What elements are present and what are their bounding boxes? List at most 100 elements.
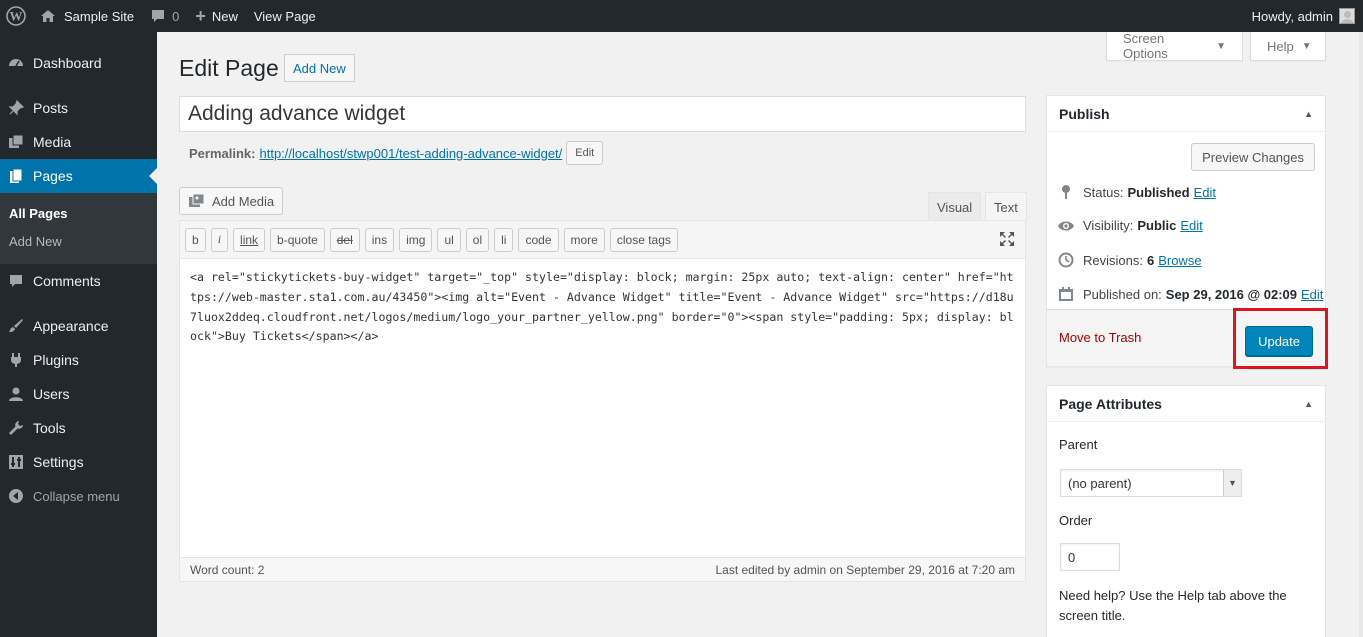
- menu-label: Tools: [33, 420, 66, 436]
- text-editor: b i link b-quote del ins img ul ol li co…: [179, 220, 1026, 582]
- published-on-row: Published on: Sep 29, 2016 @ 02:09 Edit: [1057, 286, 1323, 302]
- revisions-row: Revisions: 6 Browse: [1057, 252, 1202, 268]
- menu-item-plugins[interactable]: Plugins: [0, 343, 157, 377]
- order-input[interactable]: 0: [1060, 543, 1120, 571]
- user-icon: [7, 385, 25, 403]
- site-name-link[interactable]: Sample Site: [32, 0, 142, 32]
- admin-bar: W Sample Site 0 + New View Page Howdy, a…: [0, 0, 1363, 32]
- pages-submenu: All Pages Add New: [0, 193, 157, 264]
- qt-ul-button[interactable]: ul: [437, 227, 461, 252]
- add-media-button[interactable]: Add Media: [179, 187, 284, 215]
- menu-item-pages[interactable]: Pages: [0, 159, 157, 193]
- quicktags-toolbar: b i link b-quote del ins img ul ol li co…: [180, 221, 1025, 259]
- qt-ins-button[interactable]: ins: [364, 227, 395, 252]
- screen-options-button[interactable]: Screen Options ▼: [1106, 31, 1243, 61]
- menu-label: Settings: [33, 454, 84, 470]
- settings-icon: [7, 453, 25, 471]
- menu-label: Pages: [33, 168, 73, 184]
- collapse-arrow-icon[interactable]: ▲: [1304, 109, 1313, 119]
- collapse-menu-button[interactable]: Collapse menu: [0, 479, 157, 513]
- parent-select-value: (no parent): [1068, 475, 1132, 491]
- preview-changes-button[interactable]: Preview Changes: [1191, 143, 1315, 171]
- history-icon: [1057, 252, 1075, 268]
- menu-item-posts[interactable]: Posts: [0, 91, 157, 125]
- content-textarea[interactable]: <a rel="stickytickets-buy-widget" target…: [180, 259, 1025, 557]
- status-row: Status: Published Edit: [1057, 184, 1216, 200]
- eye-icon: [1057, 220, 1075, 232]
- main-content: Screen Options ▼ Help ▼ Edit Page Add Ne…: [157, 31, 1363, 637]
- edit-slug-button[interactable]: Edit: [566, 141, 604, 165]
- tab-text[interactable]: Text: [985, 192, 1027, 221]
- page-scrollbar[interactable]: [1359, 32, 1363, 637]
- menu-item-settings[interactable]: Settings: [0, 445, 157, 479]
- qt-code-button[interactable]: code: [518, 227, 559, 252]
- qt-more-button[interactable]: more: [563, 227, 605, 252]
- permalink-link[interactable]: http://localhost/stwp001/test-adding-adv…: [259, 146, 562, 161]
- add-new-page-button[interactable]: Add New: [284, 54, 355, 82]
- wordpress-logo-icon[interactable]: W: [0, 0, 32, 32]
- menu-label: Media: [33, 134, 72, 150]
- home-icon: [41, 10, 55, 22]
- edit-visibility-link[interactable]: Edit: [1180, 218, 1202, 233]
- collapse-arrow-icon[interactable]: ▲: [1304, 399, 1313, 409]
- revisions-label: Revisions:: [1083, 252, 1143, 268]
- menu-item-tools[interactable]: Tools: [0, 411, 157, 445]
- parent-select[interactable]: (no parent) ▼: [1060, 469, 1242, 497]
- qt-link-button[interactable]: link: [233, 227, 266, 252]
- site-name: Sample Site: [64, 8, 135, 24]
- permalink-label: Permalink:: [189, 145, 256, 161]
- edit-date-link[interactable]: Edit: [1301, 287, 1323, 302]
- collapse-label: Collapse menu: [33, 488, 120, 504]
- move-to-trash-link[interactable]: Move to Trash: [1059, 330, 1141, 345]
- menu-item-dashboard[interactable]: Dashboard: [0, 46, 157, 80]
- collapse-icon: [7, 487, 25, 505]
- caret-down-icon: ▼: [1216, 40, 1226, 52]
- visibility-value: Public: [1137, 218, 1177, 233]
- comment-icon: [152, 10, 165, 22]
- qt-italic-button[interactable]: i: [210, 227, 229, 252]
- published-on-value: Sep 29, 2016 @ 02:09: [1165, 286, 1297, 302]
- page-attributes-title: Page Attributes: [1059, 395, 1162, 412]
- comments-link[interactable]: 0: [142, 0, 187, 32]
- update-highlight-box: [1233, 308, 1328, 369]
- last-edited: Last edited by admin on September 29, 20…: [715, 562, 1015, 577]
- calendar-icon: [1057, 286, 1075, 302]
- new-content-link[interactable]: + New: [187, 0, 246, 32]
- menu-item-media[interactable]: Media: [0, 125, 157, 159]
- comments-count: 0: [172, 8, 180, 24]
- fullscreen-icon[interactable]: [998, 230, 1016, 248]
- qt-close-tags-button[interactable]: close tags: [609, 227, 678, 252]
- avatar: [1339, 8, 1355, 24]
- qt-bold-button[interactable]: b: [185, 227, 206, 252]
- wrench-icon: [7, 419, 25, 437]
- menu-item-comments[interactable]: Comments: [0, 264, 157, 298]
- menu-label: Posts: [33, 100, 69, 116]
- post-title-input[interactable]: Adding advance widget: [179, 96, 1026, 132]
- view-page-link[interactable]: View Page: [246, 0, 324, 32]
- pages-icon: [7, 167, 25, 185]
- menu-item-appearance[interactable]: Appearance: [0, 309, 157, 343]
- menu-label: Dashboard: [33, 55, 102, 71]
- my-account[interactable]: Howdy, admin: [1244, 0, 1363, 32]
- tab-visual[interactable]: Visual: [928, 192, 982, 221]
- menu-label: Comments: [33, 273, 101, 289]
- dashboard-icon: [7, 54, 25, 72]
- publish-header[interactable]: Publish ▲: [1047, 96, 1325, 132]
- qt-li-button[interactable]: li: [494, 227, 514, 252]
- page-attributes-header[interactable]: Page Attributes ▲: [1047, 386, 1325, 422]
- submenu-all-pages[interactable]: All Pages: [0, 200, 157, 228]
- add-media-label: Add Media: [212, 193, 275, 209]
- browse-revisions-link[interactable]: Browse: [1158, 253, 1201, 268]
- order-label: Order: [1059, 513, 1093, 528]
- qt-ol-button[interactable]: ol: [465, 227, 490, 252]
- help-button[interactable]: Help ▼: [1250, 32, 1326, 61]
- submenu-add-new[interactable]: Add New: [0, 228, 157, 256]
- qt-blockquote-button[interactable]: b-quote: [270, 227, 325, 252]
- svg-text:W: W: [10, 9, 23, 24]
- page-title: Edit Page: [179, 55, 279, 81]
- qt-img-button[interactable]: img: [399, 227, 433, 252]
- qt-del-button[interactable]: del: [329, 227, 360, 252]
- edit-status-link[interactable]: Edit: [1194, 185, 1216, 200]
- admin-menu: Dashboard Posts Media Pages All Pages Ad…: [0, 32, 157, 637]
- menu-item-users[interactable]: Users: [0, 377, 157, 411]
